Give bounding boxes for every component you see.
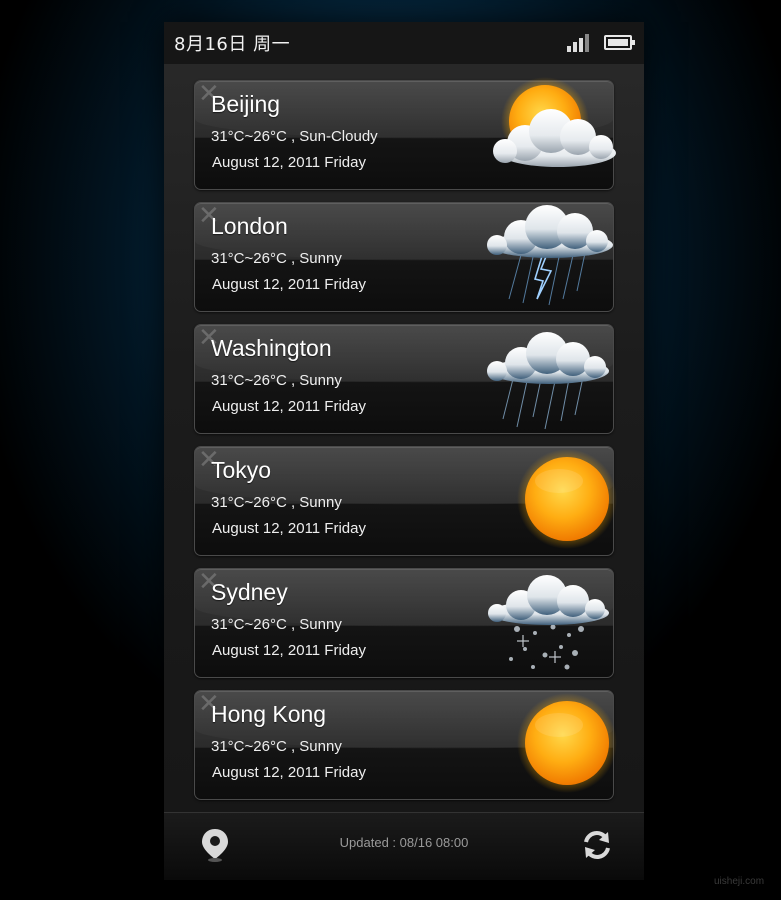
snow-icon	[488, 575, 609, 670]
sun-cloudy-icon	[493, 77, 616, 167]
temperature-condition: 31°C~26°C , Sun-Cloudy	[211, 128, 378, 145]
weather-card-washington[interactable]: ✕ Washington 31°C~26°C , Sunny August 12…	[194, 324, 614, 434]
footer-bar: Updated : 08/16 08:00	[164, 812, 644, 880]
weather-card-london[interactable]: ✕ London 31°C~26°C , Sunny August 12, 20…	[194, 202, 614, 312]
phone-screen: 8月16日 周一 ✕ Beijing 31°C~26°C , Sun-Cloud…	[164, 22, 644, 880]
city-name: London	[211, 213, 288, 239]
city-name: Washington	[211, 335, 332, 361]
weather-card-hong-kong[interactable]: ✕ Hong Kong 31°C~26°C , Sunny August 12,…	[194, 690, 617, 800]
updated-timestamp: Updated : 08/16 08:00	[339, 835, 469, 850]
forecast-date: August 12, 2011 Friday	[212, 642, 366, 659]
weather-card-tokyo[interactable]: ✕ Tokyo 31°C~26°C , Sunny August 12, 201…	[194, 446, 617, 556]
status-bar: 8月16日 周一	[164, 22, 644, 64]
temperature-condition: 31°C~26°C , Sunny	[211, 372, 342, 389]
city-name: Beijing	[211, 91, 281, 117]
status-date: 8月16日 周一	[174, 34, 291, 55]
forecast-date: August 12, 2011 Friday	[212, 276, 366, 293]
refresh-icon[interactable]	[580, 828, 614, 862]
city-name: Sydney	[211, 579, 288, 605]
watermark: uisheji.com	[714, 876, 765, 887]
city-name: Hong Kong	[211, 701, 327, 727]
forecast-date: August 12, 2011 Friday	[212, 398, 366, 415]
signal-icon	[567, 34, 593, 52]
sun-icon	[517, 693, 617, 793]
temperature-condition: 31°C~26°C , Sunny	[211, 616, 342, 633]
forecast-date: August 12, 2011 Friday	[212, 764, 366, 781]
city-name: Tokyo	[211, 457, 272, 483]
temperature-condition: 31°C~26°C , Sunny	[211, 738, 342, 755]
temperature-condition: 31°C~26°C , Sunny	[211, 494, 342, 511]
battery-icon	[604, 35, 635, 50]
rain-icon	[487, 332, 609, 430]
weather-card-beijing[interactable]: ✕ Beijing 31°C~26°C , Sun-Cloudy August …	[194, 77, 616, 190]
forecast-date: August 12, 2011 Friday	[212, 154, 366, 171]
sun-icon	[517, 449, 617, 549]
temperature-condition: 31°C~26°C , Sunny	[211, 250, 342, 267]
forecast-date: August 12, 2011 Friday	[212, 520, 366, 537]
thunderstorm-icon	[487, 205, 613, 306]
weather-card-sydney[interactable]: ✕ Sydney 31°C~26°C , Sunny August 12, 20…	[194, 568, 614, 678]
